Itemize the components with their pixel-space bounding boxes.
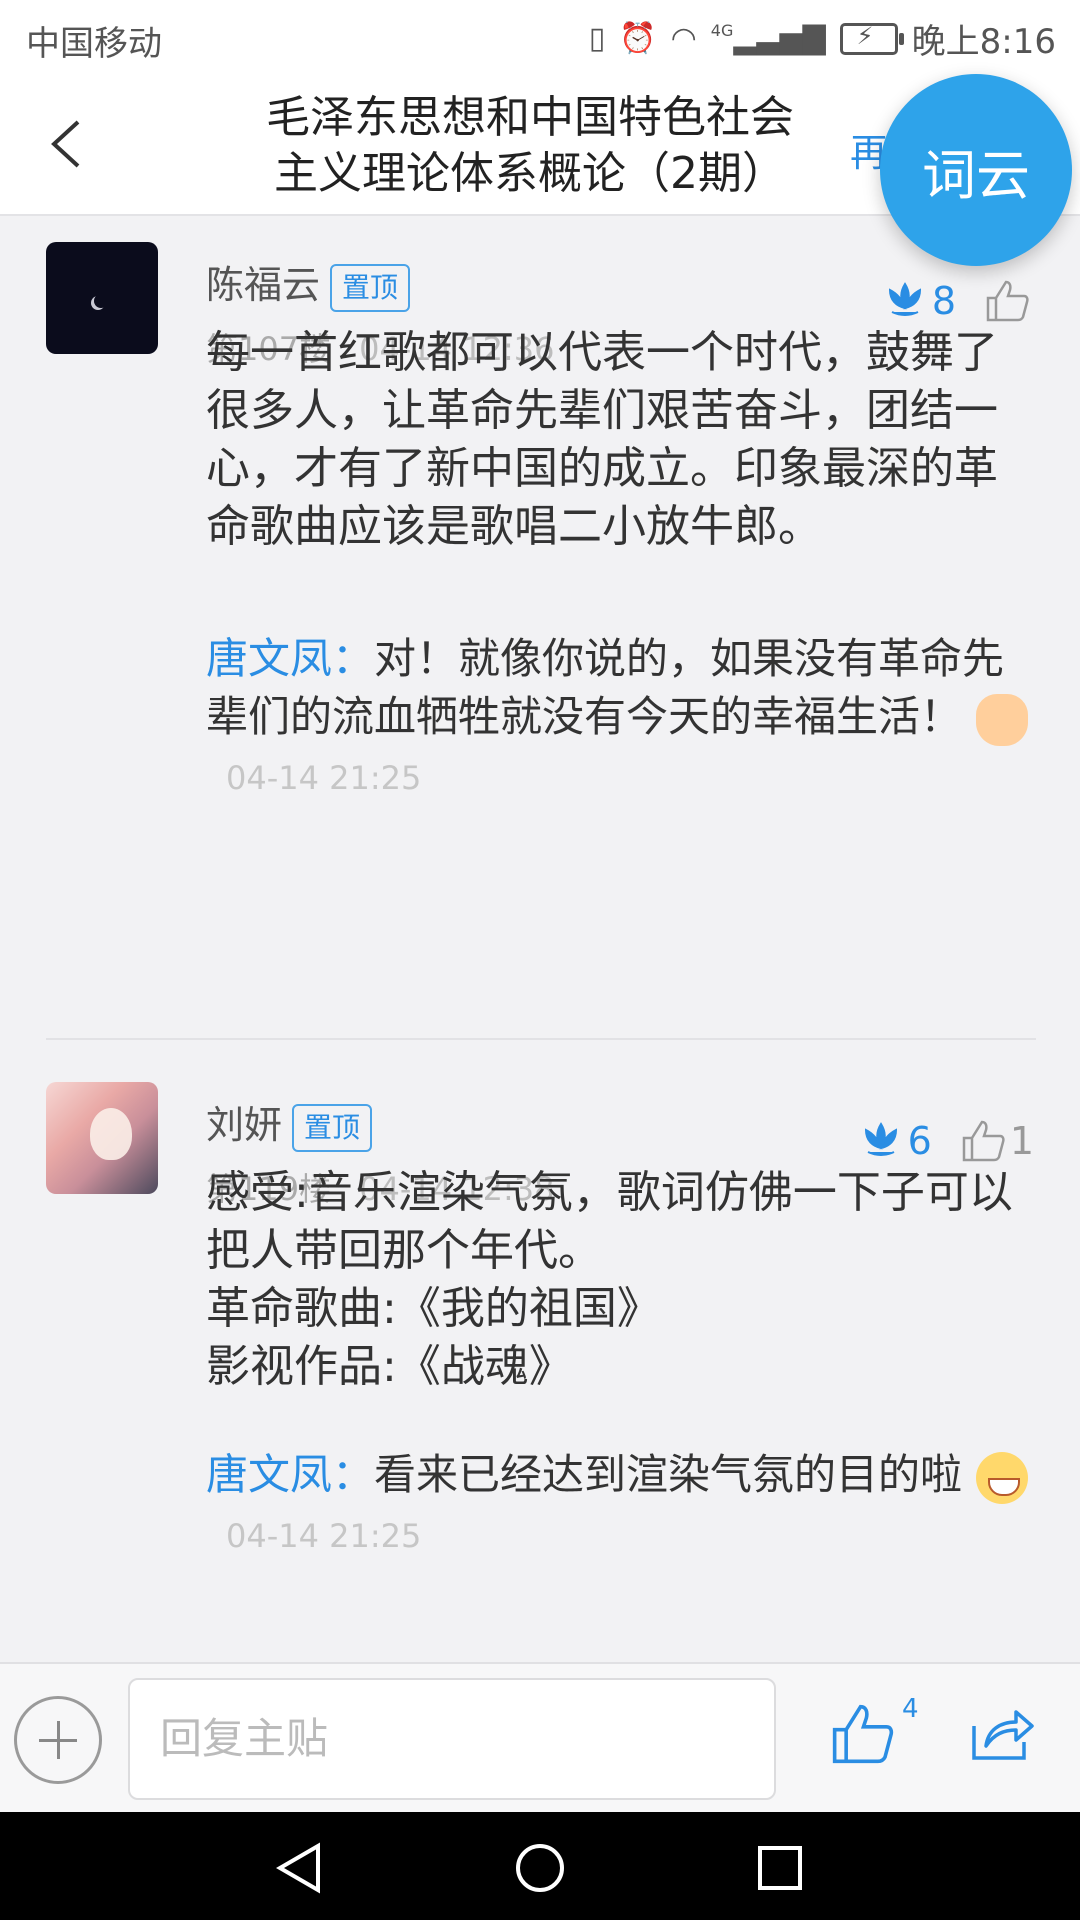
nav-back-icon[interactable] [272, 1840, 328, 1896]
like-count: 4 [902, 1694, 919, 1724]
nav-recents-icon[interactable] [752, 1840, 808, 1896]
pinned-badge: 置顶 [292, 1103, 373, 1152]
reply-author: 唐文凤： [206, 1450, 375, 1499]
signal-icon: 4G▂▃▅▇ [710, 21, 826, 56]
post-content: 每一首红歌都可以代表一个时代，鼓舞了很多人，让革命先辈们艰苦奋斗，团结一心，才有… [206, 327, 998, 552]
carrier-name: 中国移动 [26, 24, 162, 64]
thumb-up-icon [832, 1704, 894, 1764]
reply-item[interactable]: 唐文凤：对！就像你说的，如果没有革命先辈们的流血牺牲就没有今天的幸福生活！04-… [206, 630, 1036, 807]
back-button[interactable] [40, 114, 100, 174]
clock: 晚上8:16 [911, 22, 1056, 62]
plus-icon[interactable] [14, 1696, 102, 1784]
status-icons: ▯ ⏰ ◠ 4G▂▃▅▇ ⚡ 晚上8:16 [589, 14, 1056, 63]
flower-button[interactable]: 8 [882, 278, 956, 324]
share-button[interactable] [966, 1702, 1036, 1768]
battery-icon: ⚡ [839, 22, 904, 55]
vibrate-icon: ▯ [588, 21, 606, 56]
fist-emoji-icon [976, 693, 1029, 746]
post-actions: 6 1 [858, 1116, 1034, 1166]
divider [46, 1038, 1036, 1040]
grin-emoji-icon [976, 1451, 1029, 1504]
avatar[interactable] [46, 1082, 158, 1194]
username[interactable]: 陈福云 置顶 [206, 254, 411, 312]
post-list[interactable]: 陈福云 置顶 第107楼 04-14 12:36 8 每一首红歌都可以代表一个时代，… [0, 216, 1080, 1662]
thumb-up-icon [986, 280, 1029, 322]
system-nav-bar [0, 1812, 1080, 1920]
flower-icon [864, 1122, 897, 1156]
wifi-icon: ◠ [670, 21, 697, 56]
status-bar: 中国移动 ▯ ⏰ ◠ 4G▂▃▅▇ ⚡ 晚上8:16 [0, 0, 1080, 76]
post-actions: 8 [882, 276, 1034, 326]
reply-item[interactable]: 唐文凤：看来已经达到渲染气氛的目的啦04-14 21:25 [206, 1446, 1036, 1565]
flower-icon [888, 282, 921, 316]
avatar[interactable] [46, 242, 158, 354]
reply-author: 唐文凤： [206, 634, 375, 683]
share-icon [972, 1710, 1034, 1760]
reply-input[interactable]: 回复主贴 [128, 1678, 776, 1800]
page-title: 毛泽东思想和中国特色社会 主义理论体系概论（2期） [266, 92, 794, 199]
nav-home-icon[interactable] [512, 1840, 568, 1896]
like-post-button[interactable]: 4 [826, 1694, 919, 1774]
flower-button[interactable]: 6 [858, 1118, 932, 1164]
like-button[interactable]: 1 [958, 1116, 1034, 1166]
bottom-bar: 回复主贴 4 [0, 1662, 1080, 1814]
back-arrow-icon [51, 120, 80, 168]
pinned-badge: 置顶 [330, 263, 411, 312]
username[interactable]: 刘妍 置顶 [206, 1094, 373, 1152]
thumb-up-icon [962, 1120, 1005, 1162]
post-content: 感受:音乐渲染气氛，歌词仿佛一下子可以把人带回那个年代。 革命歌曲:《我的祖国》… [206, 1167, 1013, 1392]
like-button[interactable] [982, 276, 1034, 326]
alarm-icon: ⏰ [619, 21, 657, 56]
